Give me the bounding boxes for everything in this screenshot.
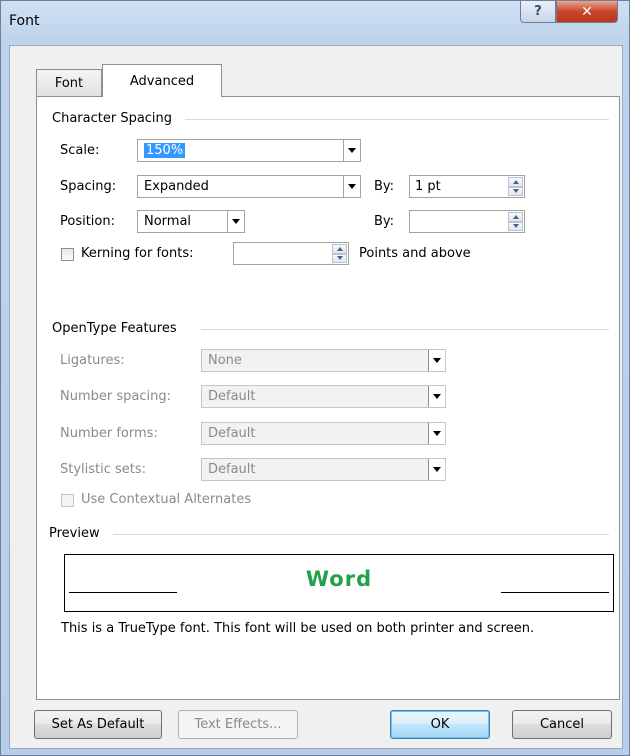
ok-button[interactable]: OK	[390, 710, 490, 739]
cancel-button[interactable]: Cancel	[512, 710, 612, 739]
stylistic-sets-dropdown-button[interactable]	[428, 459, 445, 480]
set-as-default-label: Set As Default	[51, 717, 145, 732]
font-dialog: Font ? ✕ Font Advanced Character Spacing…	[0, 0, 630, 756]
spacing-by-value: 1 pt	[415, 179, 441, 194]
position-value: Normal	[144, 214, 192, 229]
position-combo[interactable]: Normal	[137, 210, 245, 233]
number-spacing-dropdown-button[interactable]	[428, 386, 445, 407]
tab-font-label: Font	[54, 76, 84, 91]
spacing-by-spinner[interactable]: 1 pt	[409, 175, 525, 198]
stylistic-sets-value: Default	[208, 462, 256, 477]
position-by-down-button[interactable]	[508, 221, 523, 231]
dialog-client-area: Font Advanced Character Spacing Scale: 1…	[9, 45, 623, 749]
chevron-down-icon	[348, 184, 356, 189]
kerning-spinner[interactable]	[233, 242, 349, 265]
text-effects-label: Text Effects...	[194, 717, 282, 732]
number-forms-combo[interactable]: Default	[201, 422, 446, 445]
tab-font[interactable]: Font	[36, 69, 102, 97]
position-by-up-button[interactable]	[508, 212, 523, 222]
ok-label: OK	[430, 717, 450, 732]
help-button[interactable]: ?	[520, 1, 556, 23]
preview-left-rule	[69, 592, 177, 593]
arrow-up-icon	[512, 179, 519, 184]
help-icon: ?	[534, 4, 542, 19]
text-effects-button[interactable]: Text Effects...	[178, 710, 298, 739]
contextual-alternates-checkbox[interactable]	[61, 494, 74, 507]
preview-heading: Preview	[49, 526, 100, 541]
number-forms-value: Default	[208, 426, 256, 441]
stylistic-sets-combo[interactable]: Default	[201, 458, 446, 481]
contextual-alternates-label: Use Contextual Alternates	[81, 492, 252, 507]
title-bar[interactable]: Font ? ✕	[1, 1, 629, 45]
kerning-label: Kerning for fonts:	[81, 246, 194, 261]
position-label: Position:	[60, 214, 115, 229]
scale-label: Scale:	[60, 143, 100, 158]
number-spacing-combo[interactable]: Default	[201, 385, 446, 408]
scale-value: 150%	[144, 143, 186, 158]
character-spacing-divider	[185, 119, 609, 120]
kerning-down-button[interactable]	[332, 253, 347, 263]
character-spacing-heading: Character Spacing	[52, 111, 173, 126]
stylistic-sets-label: Stylistic sets:	[60, 462, 147, 477]
opentype-divider	[201, 329, 609, 330]
chevron-down-icon	[433, 431, 441, 436]
ligatures-dropdown-button[interactable]	[428, 350, 445, 371]
kerning-checkbox[interactable]	[61, 248, 74, 261]
spacing-by-label: By:	[374, 179, 395, 194]
position-by-spinner[interactable]	[409, 210, 525, 233]
number-spacing-label: Number spacing:	[60, 389, 171, 404]
close-icon: ✕	[581, 3, 593, 20]
number-spacing-value: Default	[208, 389, 256, 404]
tab-advanced-label: Advanced	[129, 73, 195, 89]
ligatures-label: Ligatures:	[60, 353, 125, 368]
chevron-down-icon	[433, 358, 441, 363]
arrow-down-icon	[512, 224, 519, 229]
spacing-dropdown-button[interactable]	[343, 176, 360, 197]
spacing-combo[interactable]: Expanded	[137, 175, 361, 198]
preview-right-rule	[501, 592, 609, 593]
number-forms-dropdown-button[interactable]	[428, 423, 445, 444]
preview-sample-text: Word	[305, 567, 373, 591]
spacing-by-down-button[interactable]	[508, 186, 523, 196]
scale-dropdown-button[interactable]	[343, 140, 360, 161]
position-dropdown-button[interactable]	[227, 211, 244, 232]
set-as-default-button[interactable]: Set As Default	[34, 710, 162, 739]
arrow-down-icon	[336, 256, 343, 261]
kerning-suffix-label: Points and above	[359, 246, 471, 261]
spacing-by-up-button[interactable]	[508, 177, 523, 187]
spacing-value: Expanded	[144, 179, 209, 194]
ligatures-value: None	[208, 353, 242, 368]
opentype-heading: OpenType Features	[52, 321, 177, 336]
chevron-down-icon	[433, 394, 441, 399]
cancel-label: Cancel	[539, 717, 585, 732]
arrow-down-icon	[512, 189, 519, 194]
close-button[interactable]: ✕	[556, 1, 618, 23]
chevron-down-icon	[232, 219, 240, 224]
dialog-title: Font	[9, 13, 40, 29]
number-forms-label: Number forms:	[60, 426, 158, 441]
position-by-label: By:	[374, 214, 395, 229]
preview-note: This is a TrueType font. This font will …	[61, 621, 535, 636]
ligatures-combo[interactable]: None	[201, 349, 446, 372]
arrow-up-icon	[336, 246, 343, 251]
kerning-up-button[interactable]	[332, 244, 347, 254]
chevron-down-icon	[348, 148, 356, 153]
preview-box: Word	[64, 554, 614, 612]
scale-combo[interactable]: 150%	[137, 139, 361, 162]
arrow-up-icon	[512, 214, 519, 219]
spacing-label: Spacing:	[60, 179, 117, 194]
preview-divider	[113, 534, 609, 535]
tab-advanced[interactable]: Advanced	[102, 64, 222, 97]
chevron-down-icon	[433, 467, 441, 472]
